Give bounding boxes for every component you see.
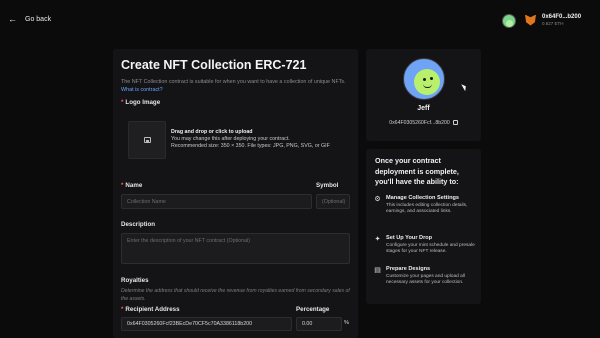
copy-icon[interactable]	[452, 120, 458, 125]
name-label: * Name	[121, 182, 143, 189]
create-collection-form: Create NFT Collection ERC-721 The NFT Co…	[113, 49, 358, 338]
collection-name-input[interactable]: Collection Name	[121, 194, 312, 209]
design-icon: ▤	[374, 267, 381, 274]
feature-title: Manage Collection Settings	[386, 195, 460, 201]
go-back-label: Go back	[25, 16, 52, 23]
symbol-label: Symbol	[316, 182, 339, 189]
logo-upload-dropzone[interactable]	[128, 121, 166, 159]
logo-drop-size: Recommended size: 350 × 350. File types:…	[171, 143, 330, 150]
page-title: Create NFT Collection ERC-721	[121, 58, 307, 72]
wallet-button[interactable]: 0x64F0...b200 0.627 ETH	[525, 14, 581, 26]
image-icon	[143, 137, 151, 143]
page-description: The NFT Collection contract is suitable …	[121, 78, 351, 94]
gear-icon: ⚙	[374, 196, 381, 203]
logo-drop-title: Drag and drop or click to upload	[171, 129, 253, 135]
form-header: Create NFT Collection ERC-721 The NFT Co…	[121, 58, 351, 94]
post-deploy-info-card: Once your contract deployment is complet…	[366, 149, 481, 304]
arrow-left-icon: ←	[8, 14, 17, 24]
symbol-input[interactable]: (Optional)	[316, 194, 350, 209]
recipient-address-input[interactable]: 0x64F0305260Fcf23BEcDe70CF5c70A3386118b2…	[121, 317, 292, 331]
feature-description: This includes editing collection details…	[386, 202, 468, 215]
royalties-label: Royalties	[121, 277, 149, 284]
feature-description: Customize your pages and upload all nece…	[386, 273, 465, 286]
royalties-help-text: Determine the address that should receiv…	[121, 288, 350, 302]
metamask-fox-icon	[525, 14, 536, 26]
wallet-balance: 0.627 ETH	[542, 21, 564, 26]
logo-drop-note: You may change this after deploying your…	[171, 136, 290, 143]
smiley-face-icon	[414, 69, 440, 95]
logo-image-label: * Logo Image	[121, 99, 161, 106]
top-bar: ← Go back 0x64F0...b200 0.627 ETH	[0, 0, 600, 40]
feature-description: Configure your mint schedule and presale…	[386, 242, 475, 255]
sparkle-icon: ✦	[374, 236, 381, 243]
feature-title: Set Up Your Drop	[386, 235, 433, 241]
recipient-address-label: * Recipient Address	[121, 306, 180, 313]
wallet-info: 0x64F0...b200 0.627 ETH	[542, 14, 581, 26]
preview-name: Jeff	[417, 105, 430, 112]
preview-address: 0x64F0305260Fcf...8b200	[366, 120, 481, 126]
wallet-address: 0x64F0...b200	[542, 14, 582, 20]
description-label: Description	[121, 221, 156, 228]
go-back-button[interactable]: ← Go back	[8, 15, 51, 24]
what-is-contract-link[interactable]: What is contract?	[121, 87, 163, 93]
description-text: The NFT Collection contract is suitable …	[121, 79, 346, 85]
feature-title: Prepare Designs	[386, 266, 431, 272]
percentage-input[interactable]: 0.00	[296, 317, 342, 331]
collection-preview-card: Jeff 0x64F0305260Fcf...8b200	[366, 49, 481, 141]
user-avatar[interactable]	[502, 14, 516, 28]
percent-sign: %	[344, 320, 349, 326]
percentage-label: Percentage	[296, 306, 330, 313]
collection-avatar	[403, 58, 445, 100]
logo-upload-instructions: Drag and drop or click to upload You may…	[171, 129, 330, 151]
info-title: Once your contract deployment is complet…	[375, 156, 459, 186]
description-textarea[interactable]: Enter the description of your NFT contra…	[121, 233, 350, 264]
